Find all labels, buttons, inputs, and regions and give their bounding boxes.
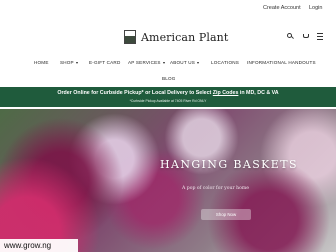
nav-item-label: SHOP: [60, 60, 74, 65]
search-icon[interactable]: [286, 32, 294, 40]
nav-item-ap-services[interactable]: AP SERVICES: [128, 60, 165, 65]
cart-body: [303, 34, 309, 38]
brand-name: American Plant: [141, 30, 229, 44]
chevron-down-icon: [197, 61, 199, 64]
nav-item-informational-handouts[interactable]: INFORMATIONAL HANDOUTS: [247, 60, 316, 65]
nav-item-e-gift-card[interactable]: E-GIFT CARD: [89, 60, 120, 65]
menu-line: [317, 33, 323, 34]
create-account-link[interactable]: Create Account: [263, 5, 301, 11]
announcement-banner: Order Online for Curbside Pickup* or Loc…: [0, 87, 336, 107]
banner-subtext: *Curbside Pickup Available at 7405 River…: [129, 99, 207, 103]
top-bar: Create Account Login: [0, 0, 336, 18]
banner-main-suffix: in MD, DC & VA: [238, 90, 279, 96]
menu-line: [317, 39, 323, 40]
banner-main-prefix: Order Online for Curbside Pickup* or Loc…: [57, 90, 213, 96]
nav-item-shop[interactable]: SHOP: [60, 60, 78, 65]
logo-mark: [124, 30, 136, 44]
nav-item-label: ABOUT US: [170, 60, 195, 65]
shop-now-button[interactable]: Shop Now: [201, 209, 251, 220]
menu-line: [317, 36, 323, 37]
login-link[interactable]: Login: [309, 5, 322, 11]
hero-title: HANGING BASKETS: [160, 158, 298, 171]
cart-icon[interactable]: [302, 32, 310, 40]
menu-icon[interactable]: [316, 32, 324, 40]
search-handle: [291, 36, 294, 39]
chevron-down-icon: [75, 61, 78, 64]
hero-image: [0, 109, 336, 252]
banner-main-text: Order Online for Curbside Pickup* or Loc…: [0, 90, 336, 96]
nav-item-label: AP SERVICES: [128, 60, 161, 65]
zip-codes-link[interactable]: Zip Codes: [213, 90, 239, 96]
nav-item-locations[interactable]: LOCATIONS: [211, 60, 239, 65]
watermark: www.grow.ng: [0, 239, 78, 252]
main-navigation: HOME SHOP E-GIFT CARD AP SERVICES ABOUT …: [0, 54, 336, 84]
chevron-down-icon: [162, 61, 165, 64]
hero-subtitle: A pop of color for your home: [182, 186, 249, 191]
nav-item-home[interactable]: HOME: [34, 60, 49, 65]
site-logo[interactable]: American Plant: [124, 28, 228, 46]
nav-item-blog[interactable]: BLOG: [162, 76, 176, 81]
nav-item-about-us[interactable]: ABOUT US: [170, 60, 199, 65]
